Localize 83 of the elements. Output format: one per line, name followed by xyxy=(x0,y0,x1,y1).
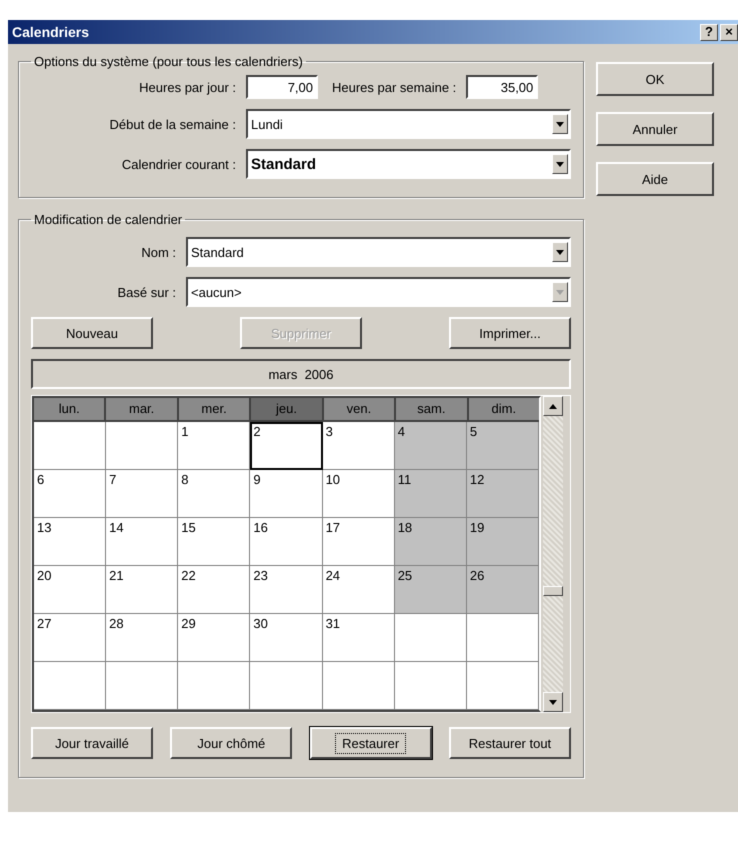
day-cell[interactable]: 17 xyxy=(322,518,395,566)
day-cell[interactable]: 8 xyxy=(178,470,250,518)
window-title: Calendriers xyxy=(12,24,90,40)
button[interactable]: Jour chômé xyxy=(170,727,292,759)
group-title: Options du système (pour tous les calendriers) xyxy=(33,54,304,69)
month-header: mars 2006 xyxy=(31,359,571,389)
weekday-header[interactable]: jeu. xyxy=(251,398,322,420)
field-label: Basé sur : xyxy=(116,284,176,300)
scrollbar[interactable] xyxy=(543,396,563,712)
group-title: Modification de calendrier xyxy=(33,212,184,227)
day-cell[interactable]: 12 xyxy=(466,470,539,518)
day-cell[interactable]: 27 xyxy=(34,614,106,662)
day-cell[interactable]: 31 xyxy=(322,614,395,662)
day-cell[interactable]: 19 xyxy=(466,518,539,566)
day-cell[interactable]: 28 xyxy=(106,614,178,662)
dropdown[interactable]: Lundi xyxy=(246,109,571,139)
scroll-up-icon[interactable] xyxy=(543,396,563,416)
day-cell[interactable]: 4 xyxy=(394,422,467,470)
day-cell[interactable] xyxy=(106,662,178,710)
day-cell[interactable] xyxy=(106,422,178,470)
help-button[interactable]: ? xyxy=(700,24,718,40)
day-cell[interactable] xyxy=(394,614,467,662)
button[interactable]: Restaurer tout xyxy=(448,727,571,759)
button[interactable]: Jour travaillé xyxy=(31,727,153,759)
close-button[interactable]: × xyxy=(720,24,738,40)
weekday-header[interactable]: mer. xyxy=(178,398,250,420)
field-label: Début de la semaine : xyxy=(108,116,236,132)
day-cell[interactable]: 10 xyxy=(322,470,395,518)
day-cell[interactable]: 25 xyxy=(394,566,467,614)
day-cell[interactable]: 20 xyxy=(34,566,106,614)
day-cell[interactable] xyxy=(178,662,250,710)
day-cell[interactable]: 1 xyxy=(178,422,250,470)
day-cell[interactable]: 5 xyxy=(466,422,539,470)
day-cell[interactable]: 16 xyxy=(250,518,323,566)
field-label: Heures par jour : xyxy=(138,80,236,94)
day-cell[interactable]: 26 xyxy=(466,566,539,614)
dropdown-value: <aucun> xyxy=(191,284,242,300)
weekday-header[interactable]: ven. xyxy=(324,398,394,420)
day-cell[interactable]: 23 xyxy=(250,566,323,614)
weekday-header[interactable]: mar. xyxy=(106,398,177,420)
button[interactable]: OK xyxy=(596,62,714,96)
day-cell[interactable]: 30 xyxy=(250,614,323,662)
day-cell[interactable]: 22 xyxy=(178,566,250,614)
day-cell[interactable]: 2 xyxy=(250,422,323,470)
day-cell[interactable]: 3 xyxy=(322,422,395,470)
input-field[interactable]: 35,00 xyxy=(466,75,538,99)
dropdown-value: Standard xyxy=(191,244,244,260)
day-cell[interactable] xyxy=(466,662,539,710)
scroll-down-icon[interactable] xyxy=(543,692,563,712)
input-field[interactable]: 7,00 xyxy=(246,75,318,99)
weekday-header[interactable]: dim. xyxy=(468,398,539,420)
day-cell[interactable] xyxy=(466,614,539,662)
dropdown[interactable]: Standard xyxy=(246,149,571,179)
day-cell[interactable] xyxy=(34,422,106,470)
day-cell[interactable]: 6 xyxy=(34,470,106,518)
button[interactable]: Restaurer xyxy=(310,727,432,759)
day-cell[interactable] xyxy=(250,662,323,710)
day-cell[interactable]: 15 xyxy=(178,518,250,566)
button[interactable]: Annuler xyxy=(596,112,714,146)
scroll-thumb[interactable] xyxy=(543,586,563,596)
day-cell[interactable]: 24 xyxy=(322,566,395,614)
day-cell[interactable]: 14 xyxy=(106,518,178,566)
field-label: Nom : xyxy=(140,244,176,260)
day-cell[interactable] xyxy=(322,662,395,710)
day-cell[interactable]: 18 xyxy=(394,518,467,566)
button[interactable]: Nouveau xyxy=(31,317,153,349)
button[interactable]: Aide xyxy=(596,162,714,196)
day-cell[interactable]: 13 xyxy=(34,518,106,566)
day-cell[interactable]: 21 xyxy=(106,566,178,614)
day-cell[interactable] xyxy=(34,662,106,710)
day-cell[interactable]: 7 xyxy=(106,470,178,518)
field-label: Heures par semaine : xyxy=(332,80,456,94)
day-cell[interactable]: 29 xyxy=(178,614,250,662)
day-cell[interactable]: 9 xyxy=(250,470,323,518)
dropdown[interactable]: Standard xyxy=(186,237,571,267)
day-cell[interactable]: 11 xyxy=(394,470,467,518)
weekday-header[interactable]: lun. xyxy=(34,398,104,420)
dropdown-value: Standard xyxy=(251,156,316,172)
field-label: Calendrier courant : xyxy=(120,156,236,172)
button[interactable]: Imprimer... xyxy=(449,317,571,349)
dropdown-value: Lundi xyxy=(251,116,283,132)
weekday-header[interactable]: sam. xyxy=(396,398,467,420)
day-cell[interactable] xyxy=(394,662,467,710)
